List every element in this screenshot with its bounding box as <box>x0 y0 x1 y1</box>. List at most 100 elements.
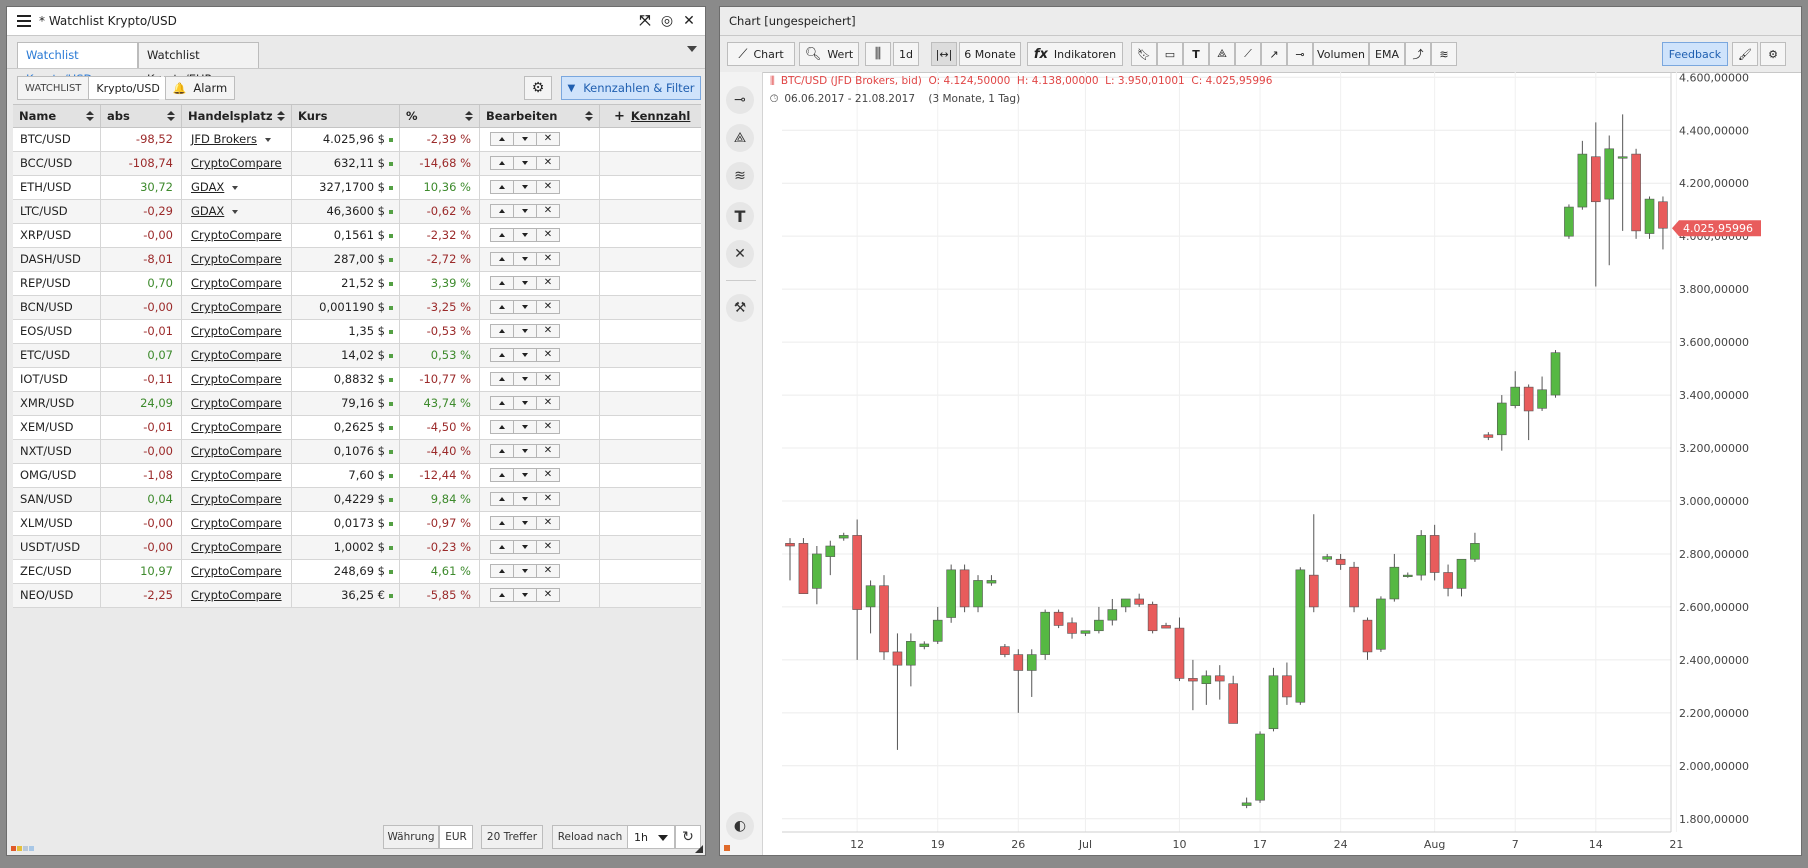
table-row[interactable]: IOT/USD -0,11 CryptoCompare 0,8832 $ -10,77 … <box>13 368 701 392</box>
menu-icon[interactable] <box>17 15 31 27</box>
sort-icon[interactable] <box>167 111 175 122</box>
fib-tool[interactable]: ≋ <box>1431 42 1457 66</box>
delete-icon[interactable]: ✕ <box>536 468 560 482</box>
horizontal-line-tool[interactable]: ⊸ <box>1287 42 1313 66</box>
text-tool[interactable]: T <box>1183 42 1209 66</box>
move-down-icon[interactable] <box>513 204 537 218</box>
move-down-icon[interactable] <box>513 252 537 266</box>
table-row[interactable]: XLM/USD -0,00 CryptoCompare 0,0173 $ -0,97 %… <box>13 512 701 536</box>
chevron-down-icon[interactable] <box>232 185 239 190</box>
exchange-link[interactable]: CryptoCompare <box>191 492 282 506</box>
move-up-icon[interactable] <box>490 180 514 194</box>
candle[interactable] <box>1228 683 1238 724</box>
delete-icon[interactable]: ✕ <box>536 396 560 410</box>
candle[interactable] <box>865 585 876 608</box>
chevron-down-icon[interactable] <box>232 209 239 214</box>
move-up-icon[interactable] <box>490 444 514 458</box>
exchange-link[interactable]: CryptoCompare <box>191 276 282 290</box>
candle[interactable] <box>932 619 943 642</box>
candle-style-button[interactable]: ⫼ <box>865 42 891 66</box>
candle[interactable] <box>1214 675 1225 682</box>
table-row[interactable]: ETH/USD 30,72 GDAX 327,1700 $ 10,36 % ✕ <box>13 176 701 200</box>
hammer-icon[interactable]: ⚒ <box>726 294 754 322</box>
candle[interactable] <box>1322 556 1333 560</box>
candle[interactable] <box>1134 598 1144 605</box>
table-row[interactable]: REP/USD 0,70 CryptoCompare 21,52 $ 3,39 % ✕ <box>13 272 701 296</box>
candle[interactable] <box>852 535 862 610</box>
resize-handle-icon[interactable] <box>695 845 703 853</box>
arrow-tool[interactable]: ↗ <box>1261 42 1287 66</box>
table-row[interactable]: LTC/USD -0,29 GDAX 46,3600 $ -0,62 % ✕ <box>13 200 701 224</box>
sort-icon[interactable] <box>585 111 593 122</box>
move-up-icon[interactable] <box>490 492 514 506</box>
candle[interactable] <box>1523 386 1534 412</box>
exchange-link[interactable]: CryptoCompare <box>191 348 282 362</box>
move-down-icon[interactable] <box>513 492 537 506</box>
move-up-icon[interactable] <box>490 588 514 602</box>
contrast-icon[interactable]: ◐ <box>726 812 754 840</box>
candle[interactable] <box>1429 535 1440 573</box>
candle[interactable] <box>1389 566 1400 600</box>
sort-icon[interactable] <box>86 111 94 122</box>
move-down-icon[interactable] <box>513 324 537 338</box>
candle[interactable] <box>825 545 836 557</box>
watchlist-selector[interactable]: WATCHLIST Krypto/USD <box>17 76 167 100</box>
table-row[interactable]: XMR/USD 24,09 CryptoCompare 79,16 $ 43,74 % ✕ <box>13 392 701 416</box>
move-down-icon[interactable] <box>513 468 537 482</box>
move-down-icon[interactable] <box>513 132 537 146</box>
candle[interactable] <box>785 543 795 547</box>
delete-icon[interactable]: ✕ <box>536 348 560 362</box>
candle[interactable] <box>1000 646 1010 655</box>
delete-icon[interactable]: ✕ <box>536 540 560 554</box>
candle[interactable] <box>1496 402 1507 436</box>
indicators-button[interactable]: fx Indikatoren <box>1027 42 1123 66</box>
candle[interactable] <box>1295 569 1306 703</box>
move-down-icon[interactable] <box>513 516 537 530</box>
candle[interactable] <box>1255 733 1265 801</box>
filter-button[interactable]: ▼ Kennzahlen & Filter <box>561 76 701 100</box>
candle[interactable] <box>1658 201 1668 229</box>
table-row[interactable]: SAN/USD 0,04 CryptoCompare 0,4229 $ 9,84 % ✕ <box>13 488 701 512</box>
settings-button[interactable]: ⚙ <box>524 76 552 100</box>
candle[interactable] <box>798 543 809 594</box>
delete-icon[interactable]: ✕ <box>536 420 560 434</box>
move-up-icon[interactable] <box>490 564 514 578</box>
candle[interactable] <box>1161 625 1171 629</box>
candle[interactable] <box>1590 156 1601 203</box>
indicator-tool[interactable]: ⤴ <box>1405 42 1431 66</box>
move-down-icon[interactable] <box>513 396 537 410</box>
delete-icon[interactable]: ✕ <box>536 324 560 338</box>
tab-watchlist-eur[interactable]: Watchlist Krypto/EUR <box>138 42 259 86</box>
table-row[interactable]: EOS/USD -0,01 CryptoCompare 1,35 $ -0,53 % ✕ <box>13 320 701 344</box>
delete-icon[interactable]: ✕ <box>536 228 560 242</box>
exchange-link[interactable]: CryptoCompare <box>191 300 282 314</box>
table-row[interactable]: DASH/USD -8,01 CryptoCompare 287,00 $ -2,72 … <box>13 248 701 272</box>
table-row[interactable]: NXT/USD -0,00 CryptoCompare 0,1076 $ -4,40 %… <box>13 440 701 464</box>
delete-icon[interactable]: ✕ <box>536 444 560 458</box>
move-up-icon[interactable] <box>490 516 514 530</box>
exchange-link[interactable]: JFD Brokers <box>191 132 257 146</box>
candle[interactable] <box>906 641 916 666</box>
triangle-tool-icon[interactable]: ⟁ <box>726 124 754 152</box>
candle[interactable] <box>1402 574 1413 577</box>
delete-icon[interactable]: ✕ <box>536 372 560 386</box>
trendline-tool[interactable]: ⟋ <box>1235 42 1261 66</box>
exchange-link[interactable]: CryptoCompare <box>191 396 282 410</box>
range-button[interactable]: 6 Monate <box>959 42 1021 66</box>
exchange-link[interactable]: CryptoCompare <box>191 444 282 458</box>
candle[interactable] <box>919 643 930 647</box>
candle[interactable] <box>1120 598 1131 608</box>
move-down-icon[interactable] <box>513 228 537 242</box>
delete-icon[interactable]: ✕ <box>536 588 560 602</box>
move-down-icon[interactable] <box>513 156 537 170</box>
exchange-link[interactable]: CryptoCompare <box>191 372 282 386</box>
candle[interactable] <box>959 569 970 608</box>
pitchfork-tool[interactable]: ⟁ <box>1209 42 1235 66</box>
candle[interactable] <box>1631 153 1641 232</box>
value-button[interactable]: 🔍︎ Wert <box>799 42 859 66</box>
table-row[interactable]: USDT/USD -0,00 CryptoCompare 1,0002 $ -0,23 … <box>13 536 701 560</box>
col-abs[interactable]: abs <box>101 105 182 127</box>
candle[interactable] <box>1644 198 1655 234</box>
delete-icon[interactable]: ✕ <box>536 564 560 578</box>
move-up-icon[interactable] <box>490 540 514 554</box>
